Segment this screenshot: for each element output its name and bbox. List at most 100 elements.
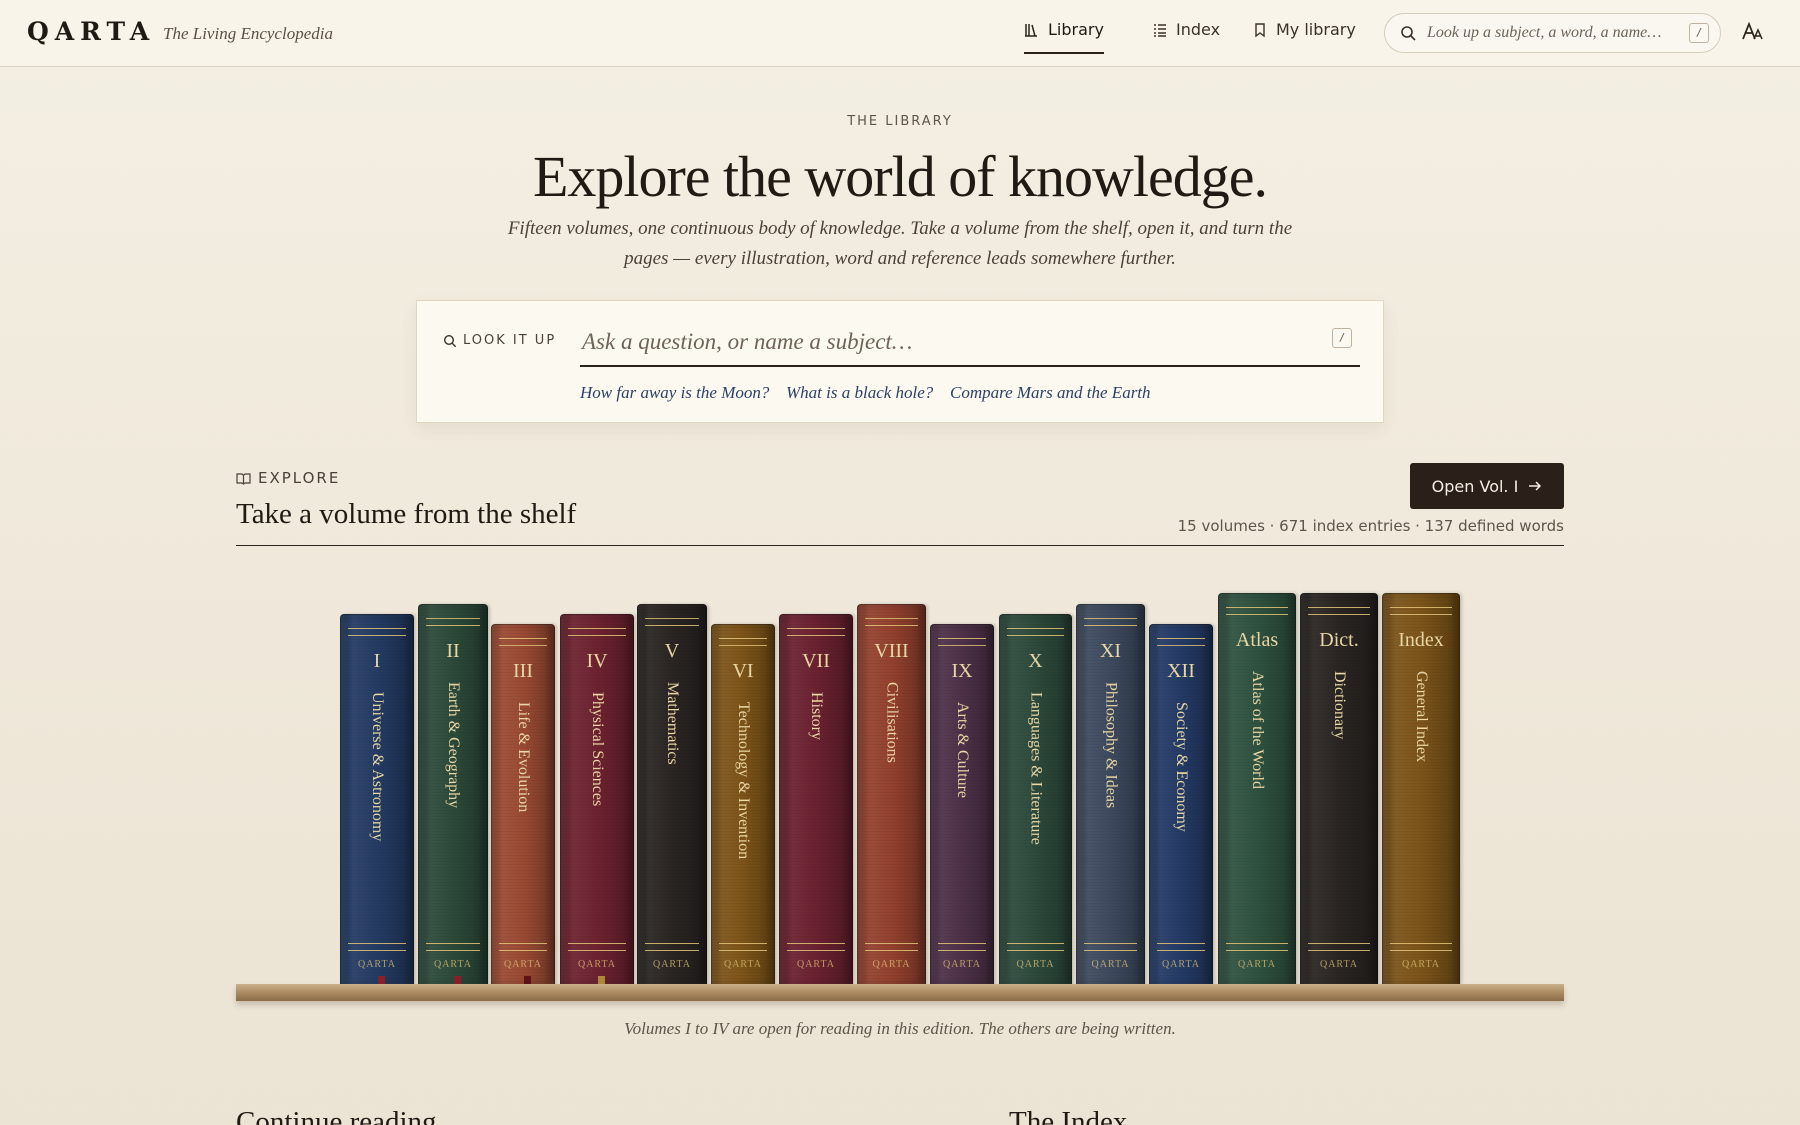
search-icon	[1401, 26, 1416, 41]
volume-title: Technology & Invention	[735, 702, 752, 860]
volume-title: Universe & Astronomy	[369, 692, 386, 842]
volume-title: Arts & Culture	[954, 702, 971, 798]
spine-top-bands	[938, 638, 986, 646]
spine-top-bands	[1226, 607, 1288, 615]
nav-library[interactable]: Library	[1024, 20, 1104, 54]
spine-bottom-bands	[426, 943, 480, 951]
suggestion-link[interactable]: What is a black hole?	[786, 383, 933, 403]
continue-reading-heading: Continue reading	[236, 1106, 437, 1125]
lookup-panel: LOOK IT UP Ask a question, or name a sub…	[416, 300, 1384, 423]
volume-spine[interactable]: V Mathematics QARTA	[637, 604, 707, 985]
volume-title: Languages & Literature	[1027, 692, 1045, 845]
list-icon	[1154, 24, 1166, 37]
spine-bottom-bands	[719, 943, 767, 951]
volume-title: Earth & Geography	[445, 682, 462, 809]
volume-spine[interactable]: II Earth & Geography QARTA	[418, 604, 488, 985]
spine-brand: QARTA	[503, 959, 543, 970]
spine-bottom-bands	[348, 943, 406, 951]
library-stats: 15 volumes · 671 index entries · 137 def…	[1177, 517, 1564, 535]
lookup-input[interactable]: Ask a question, or name a subject… /	[580, 321, 1360, 367]
section-divider	[236, 545, 1564, 546]
spine-brand: QARTA	[1091, 959, 1130, 970]
explore-eyebrow-text: EXPLORE	[258, 469, 341, 487]
volume-numeral: Dict.	[1319, 629, 1359, 651]
nav-library-label: Library	[1048, 20, 1104, 39]
volume-spine[interactable]: VIII Civilisations QARTA	[857, 604, 926, 985]
volume-numeral: II	[446, 640, 460, 662]
volume-spine[interactable]: Dict. Dictionary QARTA	[1300, 593, 1378, 985]
font-size-button[interactable]	[1742, 21, 1764, 47]
header-search-input[interactable]: Look up a subject, a word, a name… /	[1384, 13, 1721, 53]
volume-numeral: I	[373, 650, 381, 672]
spine-brand: QARTA	[1401, 959, 1441, 970]
volume-title: Philosophy & Ideas	[1102, 682, 1120, 809]
suggestion-link[interactable]: How far away is the Moon?	[580, 383, 769, 403]
volume-numeral: XII	[1167, 660, 1195, 682]
spine-bottom-bands	[938, 943, 986, 951]
spine-bottom-bands	[787, 943, 845, 951]
text-size-icon	[1742, 21, 1763, 40]
spine-top-bands	[787, 628, 845, 636]
spine-brand: QARTA	[1161, 959, 1201, 970]
spine-top-bands	[1084, 618, 1137, 626]
suggestion-link[interactable]: Compare Mars and the Earth	[950, 383, 1151, 403]
nav-index-label: Index	[1176, 20, 1221, 39]
volume-spine[interactable]: IX Arts & Culture QARTA	[930, 624, 994, 985]
lookup-label-text: LOOK IT UP	[463, 333, 557, 348]
nav-my-library-label: My library	[1276, 20, 1356, 39]
open-book-icon	[236, 472, 251, 485]
volume-spine[interactable]: XII Society & Economy QARTA	[1149, 624, 1213, 985]
volume-spine[interactable]: Atlas Atlas of the World QARTA	[1218, 593, 1296, 985]
spine-bottom-bands	[865, 943, 918, 951]
spine-brand: QARTA	[796, 959, 836, 970]
page-title: Explore the world of knowledge.	[532, 144, 1268, 209]
volume-spine[interactable]: Index General Index QARTA	[1382, 593, 1460, 985]
section-title: Take a volume from the shelf	[236, 498, 577, 530]
volume-title: History	[808, 692, 825, 740]
shelf-plank	[236, 984, 1564, 1001]
header-search-placeholder: Look up a subject, a word, a name…	[1427, 24, 1662, 41]
spine-top-bands	[568, 628, 626, 636]
volume-title: Society & Economy	[1173, 702, 1190, 832]
spine-bottom-bands	[1007, 943, 1064, 951]
volume-spine[interactable]: VII History QARTA	[779, 614, 853, 985]
open-volume-button[interactable]: Open Vol. I	[1410, 463, 1564, 509]
spine-top-bands	[1308, 607, 1370, 615]
volume-spine[interactable]: III Life & Evolution QARTA	[491, 624, 555, 985]
library-icon	[1025, 24, 1037, 37]
volume-title: Mathematics	[664, 682, 681, 765]
volume-title: General Index	[1413, 671, 1430, 763]
spine-bottom-bands	[568, 943, 626, 951]
volume-numeral: Atlas	[1235, 629, 1279, 651]
spine-top-bands	[645, 618, 699, 626]
spine-top-bands	[426, 618, 480, 626]
spine-top-bands	[865, 618, 918, 626]
lookup-placeholder: Ask a question, or name a subject…	[582, 329, 913, 354]
nav-index[interactable]: Index	[1152, 20, 1220, 54]
spine-brand: QARTA	[942, 959, 982, 970]
spine-top-bands	[1390, 607, 1452, 615]
spine-brand: QARTA	[723, 959, 763, 970]
brand-logo[interactable]: QARTA	[27, 17, 155, 46]
volume-numeral: XI	[1099, 640, 1122, 662]
volume-numeral: VIII	[874, 640, 909, 662]
spine-top-bands	[1157, 638, 1205, 646]
volume-spine[interactable]: I Universe & Astronomy QARTA	[340, 614, 414, 985]
volume-spine[interactable]: X Languages & Literature QARTA	[999, 614, 1072, 985]
bookmark-icon	[1255, 23, 1265, 38]
spine-bottom-bands	[1308, 943, 1370, 951]
volume-spine[interactable]: VI Technology & Invention QARTA	[711, 624, 775, 985]
arrow-right-icon	[1529, 481, 1542, 491]
shelf-caption: Volumes I to IV are open for reading in …	[624, 1019, 1176, 1038]
spine-brand: QARTA	[357, 959, 397, 970]
index-heading: The Index	[1009, 1106, 1128, 1125]
volume-title: Life & Evolution	[515, 702, 532, 813]
spine-bottom-bands	[1157, 943, 1205, 951]
volume-spine[interactable]: IV Physical Sciences QARTA	[560, 614, 634, 985]
spine-top-bands	[1007, 628, 1064, 636]
volume-spine[interactable]: XI Philosophy & Ideas QARTA	[1076, 604, 1145, 985]
lookup-label: LOOK IT UP	[443, 333, 556, 348]
nav-my-library[interactable]: My library	[1252, 20, 1356, 54]
volume-numeral: IV	[586, 650, 608, 672]
spine-brand: QARTA	[652, 959, 692, 970]
